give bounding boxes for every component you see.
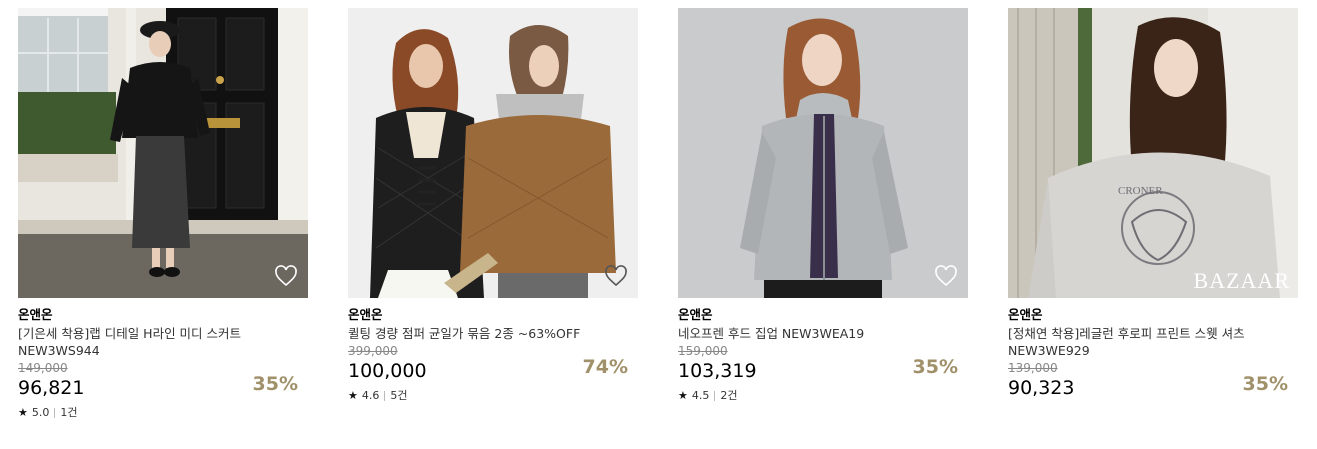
review-count: 2건 <box>720 389 738 402</box>
brand-name[interactable]: 온앤온 <box>678 307 968 323</box>
bazaar-watermark: BAZAAR <box>1193 268 1290 293</box>
product-name[interactable]: 네오프렌 후드 집업 NEW3WEA19 <box>678 325 958 342</box>
product-photo-skirt <box>18 8 308 298</box>
star-icon: ★ <box>678 389 688 402</box>
product-name[interactable]: [정채연 착용]레글런 후로피 프린트 스웻 셔츠 NEW3WE929 <box>1008 325 1288 359</box>
product-image[interactable] <box>18 8 308 298</box>
sale-price: 100,000 <box>348 360 427 382</box>
product-image[interactable] <box>678 8 968 298</box>
discount-rate: 74% <box>582 356 628 378</box>
rating-info: ★ 5.0 1건 <box>18 406 308 420</box>
product-image[interactable]: CRONER BAZAAR <box>1008 8 1298 298</box>
rating-score: 4.5 <box>691 389 710 402</box>
brand-name[interactable]: 온앤온 <box>1008 307 1298 323</box>
product-name[interactable]: [기은세 착용]랩 디테일 H라인 미디 스커트 NEW3WS944 <box>18 325 298 359</box>
heart-outline-icon[interactable] <box>274 264 298 288</box>
divider <box>54 408 56 418</box>
product-photo-sweatshirt: CRONER <box>1008 8 1298 298</box>
heart-outline-icon[interactable] <box>604 264 628 288</box>
divider <box>384 391 386 401</box>
rating-info: ★ 4.6 5건 <box>348 389 638 403</box>
discount-rate: 35% <box>912 356 958 378</box>
product-card[interactable]: 온앤온 [기은세 착용]랩 디테일 H라인 미디 스커트 NEW3WS944 1… <box>18 8 308 420</box>
star-icon: ★ <box>18 406 28 419</box>
brand-name[interactable]: 온앤온 <box>348 307 638 323</box>
product-card[interactable]: CRONER BAZAAR 온앤온 [정채연 착용]레글런 후로피 프린트 스웻… <box>1008 8 1298 400</box>
product-grid: 온앤온 [기은세 착용]랩 디테일 H라인 미디 스커트 NEW3WS944 1… <box>0 0 1317 449</box>
product-card[interactable]: 온앤온 퀼팅 경량 점퍼 균일가 묶음 2종 ~63%OFF 399,000 1… <box>348 8 638 403</box>
divider <box>714 391 716 401</box>
heart-outline-icon[interactable] <box>934 264 958 288</box>
brand-name[interactable]: 온앤온 <box>18 307 308 323</box>
rating-score: 5.0 <box>31 406 50 419</box>
star-icon: ★ <box>348 389 358 402</box>
sale-price: 96,821 <box>18 377 85 399</box>
product-card[interactable]: 온앤온 네오프렌 후드 집업 NEW3WEA19 159,000 103,319… <box>678 8 968 403</box>
discount-rate: 35% <box>1242 373 1288 395</box>
product-photo-hoodie <box>678 8 968 298</box>
product-image[interactable] <box>348 8 638 298</box>
rating-info: ★ 4.5 2건 <box>678 389 968 403</box>
product-photo-jackets <box>348 8 638 298</box>
review-count: 1건 <box>60 406 78 419</box>
product-name[interactable]: 퀼팅 경량 점퍼 균일가 묶음 2종 ~63%OFF <box>348 325 628 342</box>
svg-text:CRONER: CRONER <box>1118 185 1163 197</box>
rating-score: 4.6 <box>361 389 380 402</box>
sale-price: 90,323 <box>1008 377 1075 399</box>
discount-rate: 35% <box>252 373 298 395</box>
review-count: 5건 <box>390 389 408 402</box>
sale-price: 103,319 <box>678 360 757 382</box>
